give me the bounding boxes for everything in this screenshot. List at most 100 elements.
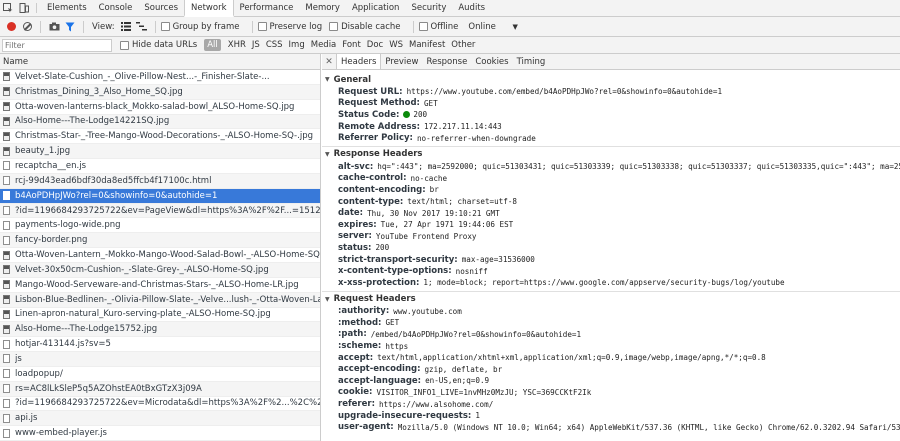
inspect-element-icon[interactable] xyxy=(0,0,16,16)
table-row[interactable]: Otta-Woven-Lantern_-Mokko-Mango-Wood-Sal… xyxy=(0,248,320,263)
table-row[interactable]: Otta-woven-lanterns-black_Mokko-salad-bo… xyxy=(0,99,320,115)
table-row[interactable]: api.js xyxy=(0,411,320,427)
header-row: cache-control: no-cache xyxy=(322,173,900,185)
image-file-icon xyxy=(3,250,10,260)
header-row: accept-language: en-US,en;q=0.9 xyxy=(322,375,900,387)
image-file-icon xyxy=(3,102,10,112)
checkbox-box[interactable] xyxy=(160,22,170,31)
disable-cache-checkbox[interactable]: Disable cache xyxy=(329,22,401,32)
request-name: js xyxy=(15,353,22,364)
table-row[interactable]: Also-Home---The-Lodge14221SQ.jpg xyxy=(0,114,320,130)
offline-checkbox[interactable]: Offline xyxy=(418,22,458,32)
table-row[interactable]: beauty_1.jpg xyxy=(0,144,320,160)
filter-type-font[interactable]: Font xyxy=(339,40,364,50)
table-row[interactable]: rs=AC8lLkSleP5q5AZOhstEA0tBxGTzX3j09A xyxy=(0,381,320,397)
filter-type-js[interactable]: JS xyxy=(249,40,263,50)
table-row[interactable]: recaptcha__en.js xyxy=(0,159,320,174)
table-row[interactable]: Christmas_Dining_3_Also_Home_SQ.jpg xyxy=(0,84,320,100)
header-row: Status Code: 200 xyxy=(322,109,900,121)
detail-tab-headers[interactable]: Headers xyxy=(336,54,382,69)
name-column-header[interactable]: Name xyxy=(0,54,320,70)
group-by-frame-checkbox[interactable]: Group by frame xyxy=(160,22,240,32)
request-name: api.js xyxy=(15,413,38,424)
detail-tab-cookies[interactable]: Cookies xyxy=(471,54,512,69)
tab-memory[interactable]: Memory xyxy=(299,0,346,16)
filter-type-ws[interactable]: WS xyxy=(386,40,406,50)
table-row[interactable]: loadpopup/ xyxy=(0,366,320,382)
table-row[interactable]: hotjar-413144.js?sv=5 xyxy=(0,337,320,353)
table-row[interactable]: Velvet-Slate-Cushion_-_Olive-Pillow-Nest… xyxy=(0,70,320,85)
table-row[interactable]: payments-logo-wide.png xyxy=(0,218,320,234)
table-row[interactable]: Lisbon-Blue-Bedlinen-_-Olivia-Pillow-Sla… xyxy=(0,292,320,308)
header-value: Mozilla/5.0 (Windows NT 10.0; Win64; x64… xyxy=(397,422,900,432)
tab-audits[interactable]: Audits xyxy=(452,0,491,16)
table-row[interactable]: Christmas-Star-_-Tree-Mango-Wood-Decorat… xyxy=(0,129,320,145)
table-row[interactable]: js xyxy=(0,352,320,367)
device-toolbar-icon[interactable] xyxy=(16,0,32,16)
table-row[interactable]: rcj-99d43ead6bdf30da8ed5ffcb4f17100c.htm… xyxy=(0,173,320,189)
filter-type-css[interactable]: CSS xyxy=(263,40,286,50)
header-name: content-type: xyxy=(338,196,404,207)
tab-performance[interactable]: Performance xyxy=(234,0,300,16)
document-file-icon xyxy=(3,220,10,230)
filter-toggle-button[interactable] xyxy=(62,20,78,34)
clear-button[interactable] xyxy=(19,20,35,34)
table-row[interactable]: Also-Home---The-Lodge15752.jpg xyxy=(0,322,320,338)
table-row[interactable]: Linen-apron-natural_Kuro-serving-plate_-… xyxy=(0,307,320,323)
table-row[interactable]: ?id=1196684293725722&ev=PageView&dl=http… xyxy=(0,203,320,219)
header-name: content-encoding: xyxy=(338,184,426,195)
filter-type-media[interactable]: Media xyxy=(308,40,340,50)
detail-tab-timing[interactable]: Timing xyxy=(513,54,550,69)
close-detail-button[interactable]: ✕ xyxy=(322,54,336,69)
preserve-log-checkbox[interactable]: Preserve log xyxy=(257,22,322,32)
tab-elements[interactable]: Elements xyxy=(41,0,93,16)
table-row[interactable]: b4AoPDHpJWo?rel=0&showinfo=0&autohide=1 xyxy=(0,188,320,204)
tab-application[interactable]: Application xyxy=(346,0,406,16)
table-row[interactable]: Mango-Wood-Serveware-and-Christmas-Stars… xyxy=(0,277,320,293)
detail-tab-preview[interactable]: Preview xyxy=(381,54,422,69)
checkbox-box[interactable] xyxy=(418,22,428,31)
table-row[interactable]: Velvet-30x50cm-Cushion-_-Slate-Grey-_-AL… xyxy=(0,262,320,278)
checkbox-box[interactable] xyxy=(257,22,267,31)
filter-input[interactable] xyxy=(2,38,112,52)
tab-security[interactable]: Security xyxy=(405,0,452,16)
response-headers-section-header[interactable]: ▼ Response Headers xyxy=(322,148,900,161)
request-name: beauty_1.jpg xyxy=(15,146,71,157)
detail-tab-response[interactable]: Response xyxy=(422,54,471,69)
tab-console[interactable]: Console xyxy=(93,0,139,16)
filter-type-doc[interactable]: Doc xyxy=(364,40,386,50)
throttle-select[interactable]: Online ▼ xyxy=(468,22,518,32)
filter-type-other[interactable]: Other xyxy=(448,40,478,50)
header-value: no-referrer-when-downgrade xyxy=(416,133,536,143)
header-name: cookie: xyxy=(338,387,373,398)
tab-sources[interactable]: Sources xyxy=(138,0,184,16)
request-name: fancy-border.png xyxy=(15,235,88,246)
record-button[interactable] xyxy=(3,20,19,34)
header-name: user-agent: xyxy=(338,422,394,433)
header-name: Request URL: xyxy=(338,86,403,97)
filter-type-manifest[interactable]: Manifest xyxy=(406,40,448,50)
table-row[interactable]: ?id=1196684293725722&ev=Microdata&dl=htt… xyxy=(0,396,320,412)
header-row: date: Thu, 30 Nov 2017 19:10:21 GMT xyxy=(322,207,900,219)
large-rows-button[interactable] xyxy=(118,20,134,34)
filter-type-all[interactable]: All xyxy=(204,39,221,51)
filter-type-xhr[interactable]: XHR xyxy=(225,40,249,50)
header-name: status: xyxy=(338,242,372,253)
capture-screenshots-button[interactable] xyxy=(46,20,62,34)
filter-type-img[interactable]: Img xyxy=(286,40,308,50)
checkbox-box[interactable] xyxy=(329,22,339,31)
document-file-icon xyxy=(3,161,10,171)
checkbox-box[interactable] xyxy=(120,40,129,50)
hide-data-urls-checkbox[interactable]: Hide data URLs xyxy=(120,40,197,50)
chevron-down-icon: ▼ xyxy=(512,22,518,31)
header-value: 1 xyxy=(475,411,480,421)
general-section-header[interactable]: ▼ General xyxy=(322,73,900,86)
record-icon xyxy=(6,22,16,31)
table-row[interactable]: www-embed-player.js xyxy=(0,426,320,441)
overview-button[interactable] xyxy=(134,20,150,34)
header-name: Request Method: xyxy=(338,98,420,109)
request-name: rcj-99d43ead6bdf30da8ed5ffcb4f17100c.htm… xyxy=(15,175,212,186)
table-row[interactable]: fancy-border.png xyxy=(0,233,320,249)
tab-network[interactable]: Network xyxy=(184,0,234,17)
request-headers-section-header[interactable]: ▼ Request Headers xyxy=(322,293,900,306)
